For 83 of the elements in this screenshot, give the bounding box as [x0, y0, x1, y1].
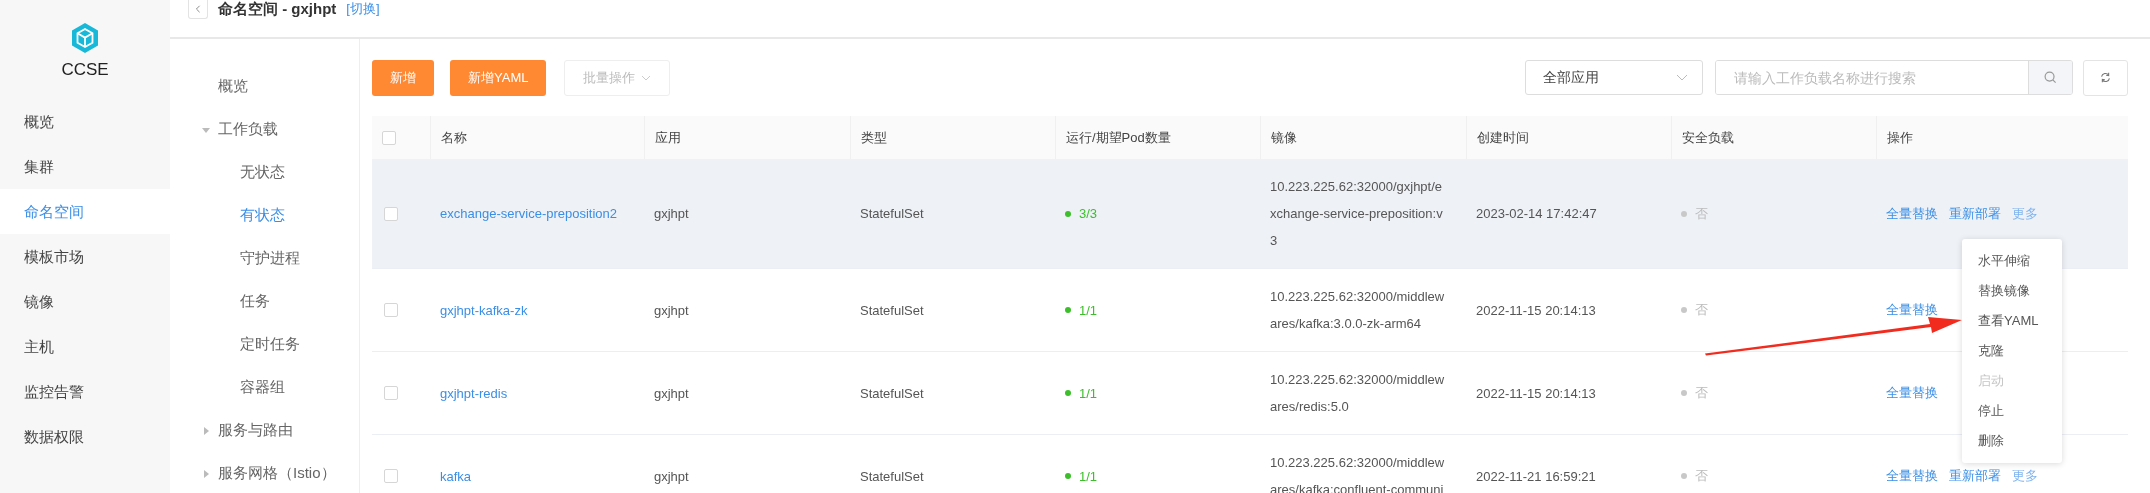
menu-item[interactable]: 停止: [1962, 396, 2062, 426]
subnav-item[interactable]: 服务与路由: [218, 421, 293, 440]
action-link[interactable]: 全量替换: [1886, 384, 1938, 402]
action-link[interactable]: 全量替换: [1886, 204, 1938, 223]
row-checkbox[interactable]: [384, 206, 398, 221]
table-cell: gxjhpt: [654, 468, 689, 484]
table-cell: StatefulSet: [860, 206, 924, 221]
pod-count: 1/1: [1079, 302, 1098, 318]
sidebar-item[interactable]: 监控告警: [0, 369, 170, 414]
menu-item[interactable]: 替换镜像: [1962, 276, 2062, 306]
cube-logo-icon: [69, 21, 101, 54]
table-cell: 2022-11-21 16:59:21: [1476, 468, 1596, 484]
select-all-checkbox[interactable]: [382, 130, 396, 145]
table-cell: gxjhpt: [654, 302, 689, 318]
subnav-item[interactable]: 定时任务: [240, 335, 300, 354]
search-icon: [2044, 71, 2057, 84]
subnav-item[interactable]: 容器组: [240, 378, 285, 397]
image-text: 10.223.225.62:32000/gxjhpt/exchange-service-preposition:v3: [1270, 178, 1444, 250]
table-cell: 2022-11-15 20:14:13: [1476, 302, 1596, 318]
app-select[interactable]: 全部应用: [1525, 60, 1703, 95]
table-cell: 2022-11-15 20:14:13: [1476, 385, 1596, 401]
running-status-dot: [1065, 307, 1071, 313]
running-status-dot: [1065, 390, 1071, 396]
subnav-item[interactable]: 服务网格（Istio）: [218, 464, 336, 483]
pod-count: 1/1: [1079, 385, 1098, 401]
sidebar-item[interactable]: 数据权限: [0, 414, 170, 459]
table-cell: gxjhpt: [654, 206, 689, 221]
table-cell: StatefulSet: [860, 468, 924, 484]
table-cell: StatefulSet: [860, 302, 924, 318]
menu-item[interactable]: 查看YAML: [1962, 306, 2062, 336]
menu-item[interactable]: 删除: [1962, 426, 2062, 456]
search-field[interactable]: 请输入工作负载名称进行搜索: [1715, 60, 2073, 95]
action-link[interactable]: 全量替换: [1886, 301, 1938, 319]
subnav-item[interactable]: 有状态: [240, 206, 285, 225]
table-cell: 2023-02-14 17:42:47: [1476, 206, 1597, 221]
caret-down-icon: [1676, 74, 1688, 81]
workload-name-link[interactable]: gxjhpt-redis: [440, 385, 508, 401]
subnav-item[interactable]: 任务: [240, 292, 270, 311]
sidebar-item[interactable]: 模板市场: [0, 234, 170, 279]
secure-value: 否: [1695, 384, 1708, 402]
caret-down-icon: [641, 74, 652, 81]
subnav-item[interactable]: 工作负载: [218, 120, 278, 139]
running-status-dot: [1065, 473, 1071, 479]
table-cell: gxjhpt: [654, 385, 689, 401]
switch-link[interactable]: [切换]: [346, 0, 380, 18]
row-checkbox[interactable]: [384, 303, 398, 317]
row-checkbox[interactable]: [384, 469, 398, 483]
sidebar-item[interactable]: 概览: [0, 99, 170, 144]
chevron-left-icon: [194, 4, 202, 14]
table-cell: StatefulSet: [860, 385, 924, 401]
sidebar-item[interactable]: 命名空间: [0, 189, 170, 234]
sidebar-item[interactable]: 主机: [0, 324, 170, 369]
pod-count: 3/3: [1079, 206, 1098, 221]
action-link[interactable]: 全量替换: [1886, 467, 1938, 485]
workload-name-link[interactable]: gxjhpt-kafka-zk: [440, 302, 528, 318]
status-dot: [1681, 210, 1687, 217]
subnav-item[interactable]: 无状态: [240, 163, 285, 182]
sidebar-item[interactable]: 镜像: [0, 279, 170, 324]
status-dot: [1681, 307, 1687, 313]
menu-item[interactable]: 克隆: [1962, 336, 2062, 366]
pod-count: 1/1: [1079, 468, 1098, 484]
action-link[interactable]: 重新部署: [1949, 204, 2001, 223]
back-button[interactable]: [188, 0, 208, 19]
status-dot: [1681, 390, 1687, 396]
search-button[interactable]: [2028, 61, 2072, 94]
status-dot: [1681, 473, 1687, 479]
image-text: 10.223.225.62:32000/middlewares/redis:5.0: [1270, 371, 1446, 416]
menu-item[interactable]: 水平伸缩: [1962, 246, 2062, 276]
workload-name-link[interactable]: exchange-service-preposition2: [440, 206, 618, 221]
logo-text: CCSE: [61, 59, 109, 80]
secure-value: 否: [1695, 301, 1708, 319]
image-text: 10.223.225.62:32000/middlewares/kafka:3.0.0-zk-arm64: [1270, 288, 1446, 333]
workload-name-link[interactable]: kafka: [440, 468, 472, 484]
sidebar-item[interactable]: 集群: [0, 144, 170, 189]
subnav-item[interactable]: 守护进程: [240, 249, 300, 268]
secure-value: 否: [1695, 467, 1708, 485]
subnav-item[interactable]: 概览: [218, 77, 248, 96]
action-link[interactable]: 重新部署: [1949, 467, 2001, 485]
row-checkbox[interactable]: [384, 386, 398, 400]
page-title: 命名空间 - gxjhpt: [218, 0, 337, 18]
refresh-button[interactable]: [2083, 59, 2128, 96]
refresh-icon: [2100, 72, 2111, 83]
running-status-dot: [1065, 210, 1071, 217]
